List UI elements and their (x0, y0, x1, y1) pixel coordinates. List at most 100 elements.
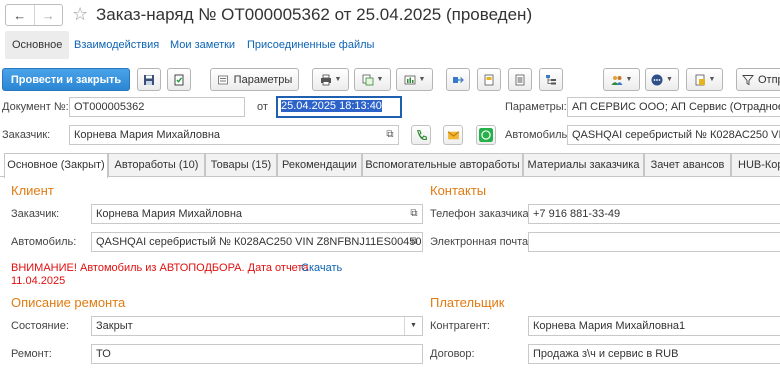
forward-button[interactable]: → (33, 5, 63, 25)
date-from-label: от (257, 101, 268, 113)
repair-section-title: Описание ремонта (11, 295, 126, 310)
send-label: Отпр (758, 73, 780, 86)
open-client-car-icon[interactable]: ⧉ (408, 236, 420, 248)
more-icon (651, 74, 663, 85)
reports-icon (404, 75, 415, 84)
parameters-label: Параметры (233, 73, 293, 86)
dropdown-arrow-icon: ▼ (666, 76, 673, 83)
client-customer-label: Заказчик: (11, 208, 60, 220)
structure-icon (546, 74, 556, 84)
window-title: Заказ-наряд № ОТ000005362 от 25.04.2025 … (96, 5, 533, 24)
structure-button[interactable] (539, 68, 563, 91)
open-client-customer-icon[interactable]: ⧉ (408, 208, 420, 220)
tabs-divider (0, 176, 780, 177)
state-dropdown-icon[interactable]: ▼ (404, 317, 422, 335)
phone-icon (416, 129, 427, 140)
parameters-field[interactable]: АП СЕРВИС ООО; АП Сервис (Отрадное) (567, 97, 780, 117)
tab-interactions[interactable]: Взаимодействия (74, 31, 159, 59)
tab-hub[interactable]: HUB-Кор (731, 153, 780, 177)
parameters-button[interactable]: Параметры (210, 68, 299, 91)
document-number-label: Документ №: (2, 101, 69, 113)
post-and-close-button[interactable]: Провести и закрыть (2, 68, 130, 91)
more-actions-button[interactable]: ▼ (645, 68, 679, 91)
tab-my-notes[interactable]: Мои заметки (170, 31, 235, 59)
client-car-label: Автомобиль: (11, 236, 77, 248)
move-button[interactable] (446, 68, 470, 91)
envelope-icon (447, 130, 459, 139)
car-label: Автомобиль: (505, 129, 571, 141)
document-date-field[interactable]: 25.04.2025 18:13:40 (276, 96, 402, 118)
tab-customer-materials[interactable]: Материалы заказчика (523, 153, 644, 177)
favorite-star-icon[interactable]: ☆ (72, 3, 88, 25)
active-tab-gap (5, 176, 107, 177)
attach-button[interactable]: ▼ (686, 68, 723, 91)
document-date-value: 25.04.2025 18:13:40 (281, 100, 382, 112)
post-icon (174, 74, 184, 85)
tab-main[interactable]: Основное (5, 31, 70, 59)
navigation-buttons: ← → (5, 4, 63, 26)
list-icon (515, 74, 525, 85)
print-button[interactable]: ▼ (312, 68, 349, 91)
send-button[interactable]: Отпр (736, 68, 780, 91)
call-button[interactable] (411, 125, 431, 145)
create-based-on-button[interactable]: ▼ (354, 68, 391, 91)
email-field[interactable] (528, 232, 780, 252)
phone-field[interactable]: +7 916 881-33-49 (528, 204, 780, 224)
tab-goods[interactable]: Товары (15) (205, 153, 277, 177)
list-button[interactable] (508, 68, 532, 91)
whatsapp-button[interactable] (476, 125, 496, 145)
reports-button[interactable]: ▼ (396, 68, 433, 91)
save-icon (144, 74, 154, 85)
whatsapp-icon (479, 128, 493, 142)
create-based-icon (362, 74, 373, 85)
dropdown-arrow-icon: ▼ (625, 76, 633, 83)
save-button[interactable] (137, 68, 161, 91)
print-icon (320, 74, 331, 85)
tab-advance-offset[interactable]: Зачет авансов (644, 153, 731, 177)
document-number-field[interactable]: ОТ000005362 (69, 97, 245, 117)
phone-label: Телефон заказчика: (430, 208, 532, 220)
payer-section-title: Плательщик (430, 295, 505, 310)
repair-field[interactable]: ТО (91, 344, 423, 364)
customer-field[interactable]: Корнева Мария Михайловна (69, 125, 399, 145)
users-icon (611, 75, 623, 85)
contract-label: Договор: (430, 348, 475, 360)
parameters-icon (217, 75, 228, 84)
download-report-link[interactable]: Скачать (301, 262, 342, 275)
contacts-section-title: Контакты (430, 183, 487, 198)
contract-field[interactable]: Продажа з\ч и сервис в RUB (528, 344, 780, 364)
client-section-title: Клиент (11, 183, 54, 198)
tab-attached-files[interactable]: Присоединенные файлы (247, 31, 374, 59)
users-button[interactable]: ▼ (603, 68, 640, 91)
post-button[interactable] (167, 68, 191, 91)
tab-auto-works[interactable]: Автоработы (10) (108, 153, 205, 177)
counterparty-label: Контрагент: (430, 320, 490, 332)
dropdown-arrow-icon: ▼ (708, 76, 716, 83)
state-label: Состояние: (11, 320, 69, 332)
forward-arrow-icon: → (41, 7, 55, 23)
state-select[interactable]: Закрыт (91, 316, 423, 336)
back-arrow-icon: ← (13, 7, 27, 23)
move-icon (453, 76, 464, 83)
report-date: 11.04.2025 (11, 275, 66, 287)
tab-auxiliary-works[interactable]: Вспомогательные автоработы (362, 153, 523, 177)
attach-icon (695, 74, 705, 85)
tab-main-closed[interactable]: Основное (Закрыт) (4, 153, 108, 178)
email-label: Электронная почта: (430, 236, 532, 248)
doc-icon (484, 74, 494, 85)
document-button[interactable] (477, 68, 501, 91)
counterparty-field[interactable]: Корнева Мария Михайловна1 (528, 316, 780, 336)
repair-label: Ремонт: (11, 348, 52, 360)
dropdown-arrow-icon: ▼ (418, 76, 426, 83)
customer-label: Заказчик: (2, 129, 51, 141)
car-field[interactable]: QASHQAI серебристый № К028АС250 VIN (567, 125, 780, 145)
open-customer-icon[interactable]: ⧉ (384, 129, 396, 141)
tab-recommendations[interactable]: Рекомендации (277, 153, 362, 177)
filter-icon (742, 74, 754, 85)
parameters-label: Параметры: (505, 101, 567, 113)
email-button[interactable] (443, 125, 463, 145)
autopodbor-warning: ВНИМАНИЕ! Автомобиль из АВТОПОДБОРА. Дат… (11, 262, 309, 274)
back-button[interactable]: ← (6, 5, 34, 25)
client-customer-field[interactable]: Корнева Мария Михайловна (91, 204, 423, 224)
client-car-field[interactable]: QASHQAI серебристый № К028АС250 VIN Z8NF… (91, 232, 423, 252)
